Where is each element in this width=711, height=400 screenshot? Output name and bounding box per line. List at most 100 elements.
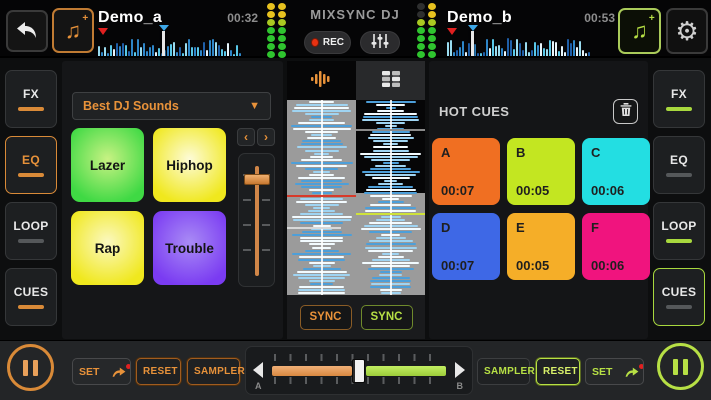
deck-a-playhead (162, 31, 165, 56)
crossfader-a-label: A (255, 381, 262, 391)
hot-cue-b[interactable]: B00:05 (507, 138, 575, 205)
fader-handle[interactable] (244, 174, 270, 185)
deck-b-music-library-button[interactable]: ♫+ (618, 8, 661, 54)
crossfade-right-icon (455, 362, 465, 378)
sampler-pad-hiphop[interactable]: Hiphop (153, 128, 226, 202)
deck-a-waveform[interactable] (287, 100, 356, 295)
hot-cue-e[interactable]: E00:05 (507, 213, 575, 280)
deck-a-loop-button[interactable]: LOOP (5, 202, 57, 260)
deck-b-vu-meter (417, 3, 436, 58)
back-arrow-icon (16, 21, 38, 42)
mixer-button[interactable] (360, 31, 400, 54)
deck-a-cues-button[interactable]: CUES (5, 268, 57, 326)
deck-b-fx-button[interactable]: FX (653, 70, 705, 128)
deck-b-cue-line (356, 129, 425, 131)
bank-pager: ‹ › (237, 128, 275, 146)
delete-cues-button[interactable] (613, 99, 638, 124)
hot-cue-grid: A00:07 B00:05 C00:06 D00:07 E00:05 F00:0… (432, 138, 648, 280)
hot-cue-a[interactable]: A00:07 (432, 138, 500, 205)
deck-a-info: Demo_a 00:32 (98, 9, 258, 57)
sampler-pad-grid: Lazer Hiphop Rap Trouble (71, 128, 227, 286)
record-button[interactable]: REC (304, 31, 351, 54)
hot-cues-title: HOT CUES (439, 104, 509, 119)
music-note-icon: ♫+ (631, 20, 648, 42)
deck-b-cues-button[interactable]: CUES (653, 268, 705, 326)
deck-a-set-group: SET (72, 358, 131, 385)
bottom-bar: SET RESET SAMPLER A B SAMPLER (0, 340, 711, 400)
jump-arrow-icon (111, 366, 127, 378)
deck-b-sync-button[interactable]: SYNC (361, 305, 413, 330)
deck-a-fx-button[interactable]: FX (5, 70, 57, 128)
record-dot-icon (311, 38, 319, 47)
deck-a-volume-fader[interactable] (238, 153, 275, 287)
crossfade-left-icon (253, 362, 263, 378)
deck-a-pause-button[interactable] (7, 344, 54, 391)
cue-marker-icon (447, 28, 457, 35)
sampler-pad-lazer[interactable]: Lazer (71, 128, 144, 202)
hot-cue-c[interactable]: C00:06 (582, 138, 650, 205)
deck-a-jump-button[interactable] (105, 359, 131, 384)
hot-cue-f[interactable]: F00:06 (582, 213, 650, 280)
tab-waveform-view[interactable] (287, 61, 356, 100)
deck-b-set-button[interactable]: SET (586, 359, 618, 384)
deck-a-reset-button[interactable]: RESET (136, 358, 181, 385)
chevron-down-icon: ▼ (249, 100, 260, 112)
deck-a-time: 00:32 (227, 11, 258, 25)
deck-b-playhead-line (356, 213, 425, 215)
hot-cue-d[interactable]: D00:07 (432, 213, 500, 280)
deck-a-sampler-button[interactable]: SAMPLER (187, 358, 240, 385)
deck-a-controls: FX EQ LOOP CUES (5, 70, 57, 326)
trash-icon (620, 103, 632, 119)
gear-icon: ⚙ (675, 18, 698, 44)
tab-sampler-view[interactable] (356, 61, 425, 100)
deck-b-eq-button[interactable]: EQ (653, 136, 705, 194)
crossfader-handle[interactable] (352, 359, 365, 383)
deck-b-title: Demo_b (447, 9, 512, 27)
waveform-icon (311, 71, 333, 90)
deck-a-set-button[interactable]: SET (73, 359, 105, 384)
deck-b-info: Demo_b 00:53 (447, 9, 615, 57)
deck-a-vu-meter (267, 3, 286, 58)
deck-a-overview-waveform[interactable] (98, 35, 250, 56)
deck-a-playhead-line (287, 195, 356, 197)
mixer-sliders-icon (371, 34, 389, 51)
deck-b-set-group: SET (585, 358, 644, 385)
hot-cues-header: HOT CUES (439, 97, 638, 125)
back-button[interactable] (6, 10, 48, 52)
deck-b-panel: HOT CUES A00:07 B00:05 C00:06 (429, 61, 648, 339)
top-bar: ♫+ Demo_a 00:32 MIXSYNC DJ REC (0, 0, 711, 58)
crossfader-b-label: B (457, 381, 464, 391)
cue-marker-icon (98, 28, 108, 35)
dj-app: ♫+ Demo_a 00:32 MIXSYNC DJ REC (0, 0, 711, 400)
scrolling-waveforms (287, 100, 425, 295)
deck-a-sync-button[interactable]: SYNC (300, 305, 352, 330)
deck-b-jump-button[interactable] (618, 359, 644, 384)
sampler-pad-rap[interactable]: Rap (71, 211, 144, 285)
main-area: FX EQ LOOP CUES Best DJ Sounds ▼ Lazer H… (0, 60, 711, 340)
deck-b-waveform[interactable] (356, 100, 425, 295)
sound-bank-dropdown[interactable]: Best DJ Sounds ▼ (72, 92, 271, 120)
deck-a-panel: Best DJ Sounds ▼ Lazer Hiphop Rap Troubl… (62, 61, 283, 339)
deck-b-time: 00:53 (584, 11, 615, 25)
sampler-pad-trouble[interactable]: Trouble (153, 211, 226, 285)
waveform-panel: SYNC SYNC (287, 61, 425, 339)
sync-row: SYNC SYNC (287, 295, 425, 339)
next-bank-button[interactable]: › (257, 128, 275, 146)
prev-bank-button[interactable]: ‹ (237, 128, 255, 146)
view-tabs (287, 61, 425, 100)
settings-button[interactable]: ⚙ (666, 8, 708, 54)
deck-a-music-library-button[interactable]: ♫+ (52, 8, 94, 53)
deck-b-loop-button[interactable]: LOOP (653, 202, 705, 260)
deck-b-reset-button[interactable]: RESET (536, 358, 580, 385)
deck-a-cue-line (287, 227, 341, 229)
deck-b-playhead (471, 31, 474, 56)
deck-b-pause-button[interactable] (657, 343, 704, 390)
deck-a-eq-button[interactable]: EQ (5, 136, 57, 194)
deck-b-sampler-button[interactable]: SAMPLER (477, 358, 530, 385)
app-title: MIXSYNC DJ (297, 7, 413, 22)
pause-icon (673, 359, 678, 375)
crossfader[interactable]: A B (245, 346, 473, 395)
pause-icon (23, 360, 28, 376)
deck-b-overview-waveform[interactable] (447, 35, 599, 56)
deck-b-controls: FX EQ LOOP CUES (653, 70, 705, 326)
